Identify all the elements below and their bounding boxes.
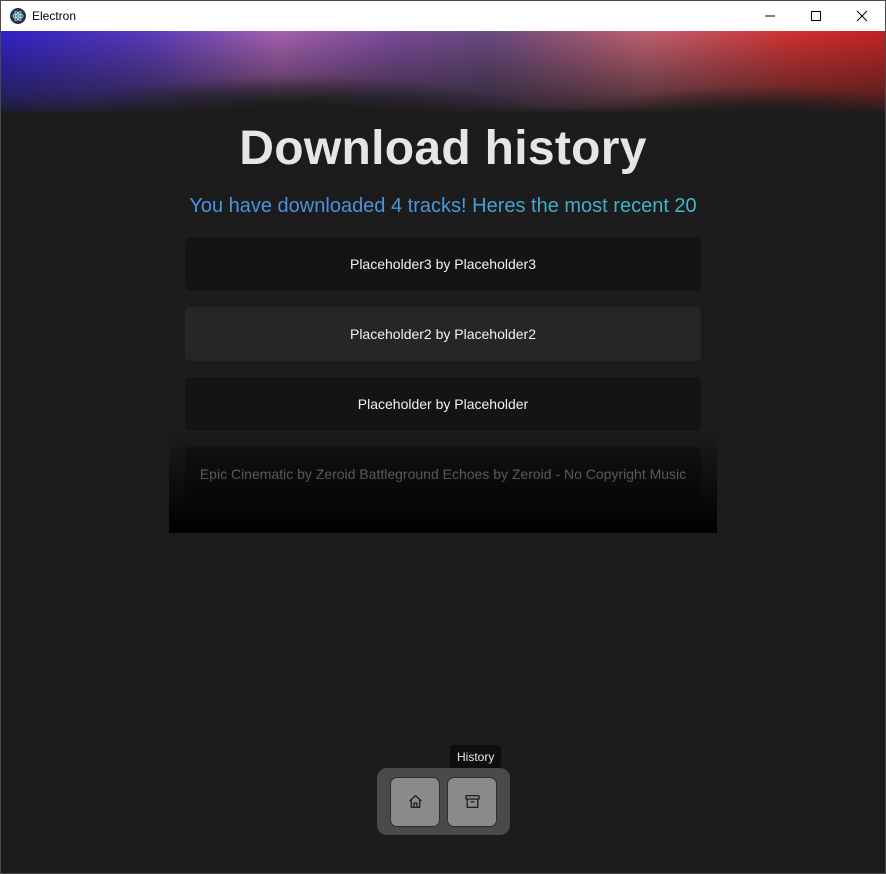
home-icon [408, 795, 422, 808]
history-button[interactable] [447, 776, 497, 827]
track-item[interactable]: Placeholder by Placeholder [185, 377, 701, 431]
history-tooltip: History [450, 745, 502, 769]
track-item[interactable]: Epic Cinematic by Zeroid Battleground Ec… [185, 447, 701, 501]
archive-icon [464, 795, 480, 808]
track-label: Placeholder2 by Placeholder2 [349, 326, 536, 342]
download-count-text: You have downloaded 4 tracks! Heres the … [1, 195, 885, 218]
track-label: Epic Cinematic by Zeroid Battleground Ec… [199, 466, 687, 482]
track-item[interactable]: Placeholder3 by Placeholder3 [185, 237, 701, 291]
maximize-icon [811, 11, 821, 21]
title-bar[interactable]: Electron [1, 1, 885, 31]
minimize-icon [765, 15, 775, 17]
track-label: Placeholder by Placeholder [357, 396, 529, 412]
window-title: Electron [32, 9, 77, 23]
bottom-dock [377, 768, 510, 835]
app-content: Download history You have downloaded 4 t… [1, 31, 885, 873]
page-title: Download history [239, 122, 647, 175]
track-label: Placeholder3 by Placeholder3 [349, 256, 536, 272]
window-controls [747, 1, 885, 31]
close-icon [856, 10, 868, 22]
minimize-button[interactable] [747, 1, 793, 31]
home-button[interactable] [390, 776, 440, 827]
electron-icon [10, 8, 26, 24]
close-button[interactable] [839, 1, 885, 31]
app-window: Electron Download history You have downl… [0, 0, 886, 874]
maximize-button[interactable] [793, 1, 839, 31]
track-item[interactable]: Placeholder2 by Placeholder2 [185, 307, 701, 361]
track-list[interactable]: Placeholder3 by Placeholder3 Placeholder… [169, 229, 717, 533]
